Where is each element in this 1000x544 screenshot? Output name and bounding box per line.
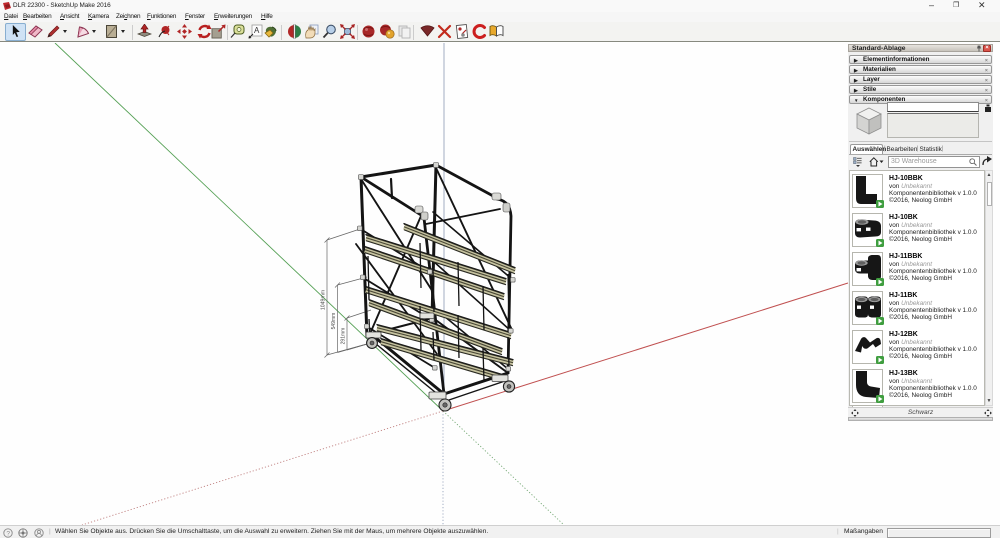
- svg-text:549mm: 549mm: [331, 313, 337, 330]
- svg-text:A: A: [254, 26, 260, 35]
- svg-text:?: ?: [6, 530, 10, 537]
- svg-text:291mm: 291mm: [341, 328, 347, 345]
- svg-text:1049mm: 1049mm: [321, 290, 327, 310]
